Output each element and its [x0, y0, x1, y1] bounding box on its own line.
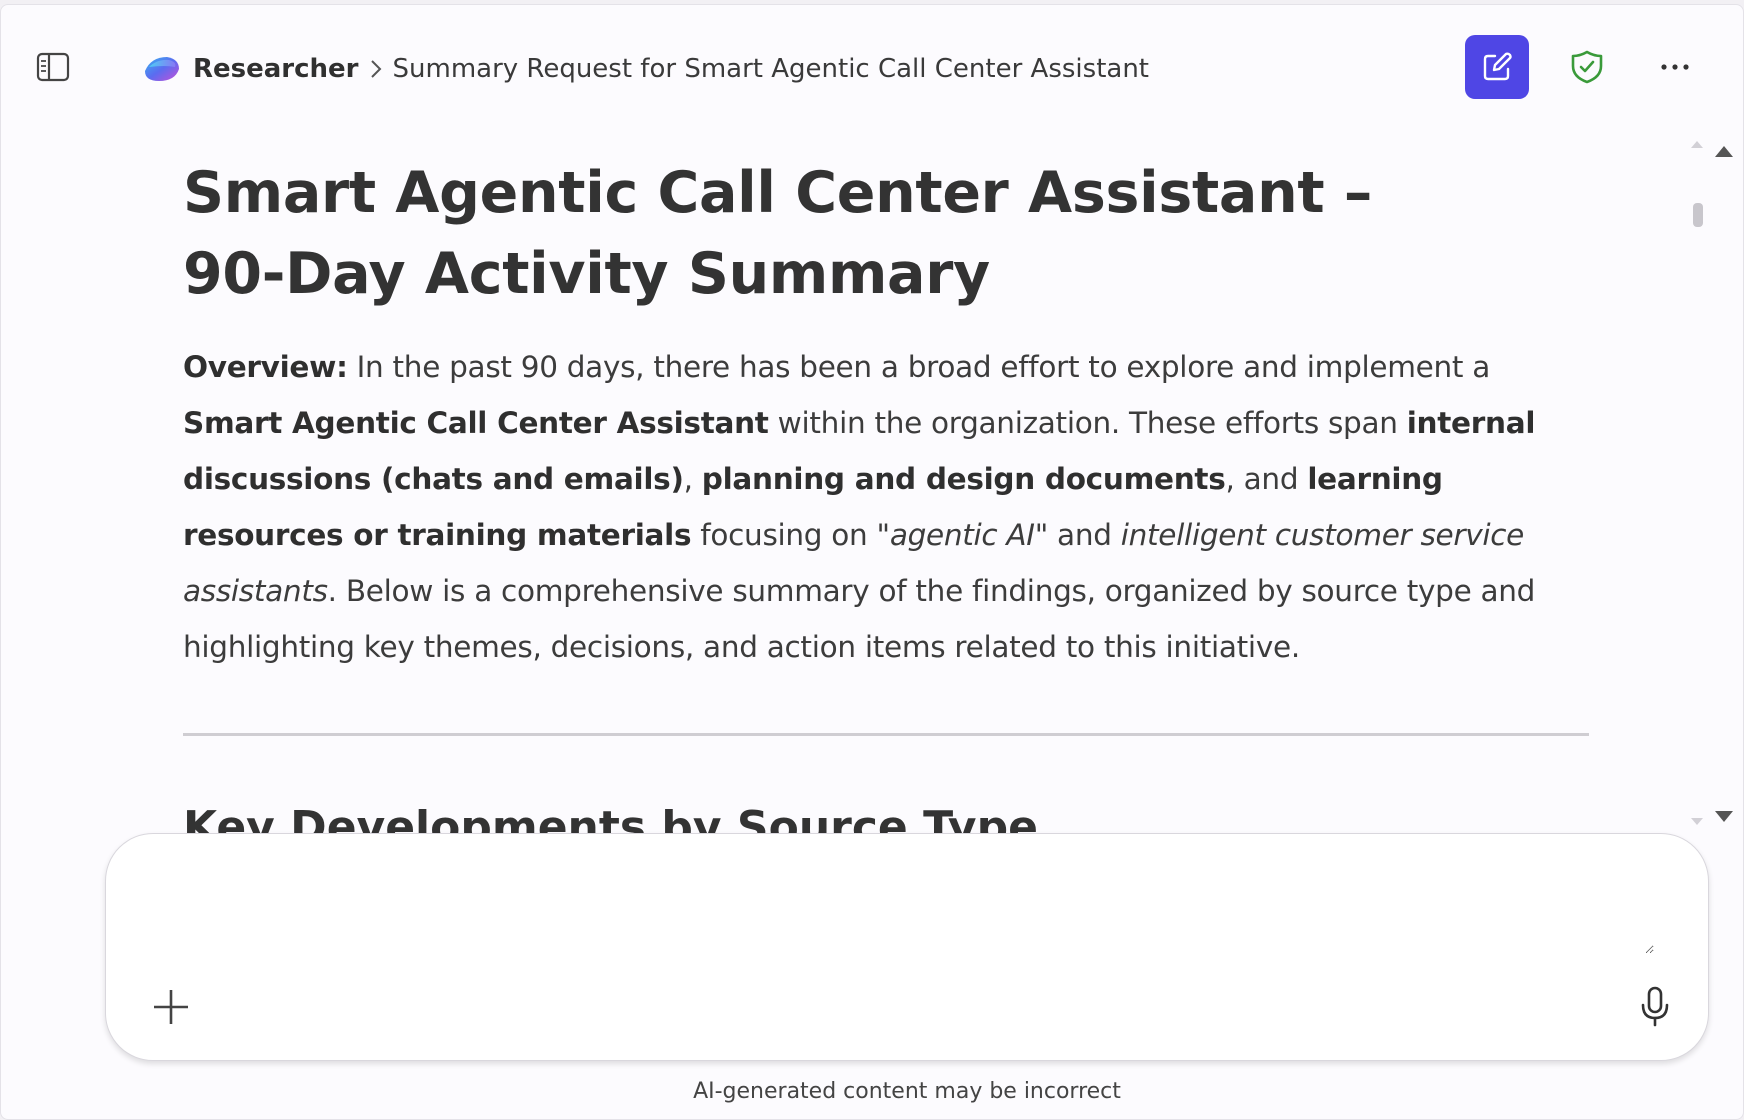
overview-bold: Smart Agentic Call Center Assistant — [183, 406, 769, 440]
microphone-button[interactable] — [1630, 982, 1680, 1032]
scroll-down-icon[interactable] — [1713, 809, 1735, 825]
overview-text: within the organization. These efforts s… — [768, 406, 1407, 440]
overview-text: In the past 90 days, there has been a br… — [347, 350, 1491, 384]
overview-text: , and — [1225, 462, 1308, 496]
breadcrumb-root-link[interactable]: Researcher — [193, 54, 359, 84]
breadcrumb: Researcher Summary Request for Smart Age… — [141, 49, 1149, 89]
document-scroll-area[interactable]: Smart Agentic Call Center Assistant – 90… — [1, 125, 1743, 837]
document-content: Smart Agentic Call Center Assistant – 90… — [183, 153, 1593, 837]
scrollbar[interactable] — [1663, 125, 1743, 837]
new-chat-button[interactable] — [1465, 35, 1529, 99]
section-heading: Key Developments by Source Type — [183, 802, 1038, 837]
header-bar: Researcher Summary Request for Smart Age… — [1, 5, 1743, 125]
plus-icon — [154, 990, 188, 1024]
overview-label: Overview: — [183, 350, 348, 384]
ai-disclaimer: AI-generated content may be incorrect — [693, 1079, 1121, 1104]
sidebar-toggle-icon — [36, 52, 70, 82]
document-title: Smart Agentic Call Center Assistant – 90… — [183, 160, 1373, 307]
chevron-right-icon — [369, 58, 383, 80]
shield-check-icon — [1571, 50, 1603, 84]
more-horizontal-icon — [1661, 64, 1689, 70]
overview-paragraph: Overview: In the past 90 days, there has… — [183, 339, 1593, 675]
section-divider — [183, 733, 1589, 736]
scroll-up-arrow-icon[interactable] — [1690, 139, 1704, 149]
overview-italic: "agentic AI" — [876, 518, 1049, 552]
add-attachment-button[interactable] — [146, 982, 196, 1032]
scroll-down-arrow-icon[interactable] — [1690, 817, 1704, 827]
overview-text: and — [1047, 518, 1121, 552]
researcher-logo-icon — [141, 51, 183, 87]
overview-text: . Below is a comprehensive summary of th… — [183, 574, 1536, 664]
microphone-icon — [1641, 986, 1669, 1027]
shield-button[interactable] — [1561, 41, 1613, 93]
overview-bold: planning and design documents — [701, 462, 1226, 496]
app-window: Researcher Summary Request for Smart Age… — [0, 4, 1744, 1120]
overview-text: focusing on — [691, 518, 877, 552]
compose-icon — [1483, 52, 1512, 81]
overview-text: , — [683, 462, 702, 496]
breadcrumb-current-page: Summary Request for Smart Agentic Call C… — [392, 54, 1149, 84]
sidebar-toggle-button[interactable] — [31, 47, 75, 87]
scroll-thumb[interactable] — [1693, 203, 1703, 227]
message-input[interactable] — [154, 864, 1654, 954]
more-options-button[interactable] — [1649, 41, 1701, 93]
scroll-up-icon[interactable] — [1713, 143, 1735, 159]
message-composer — [105, 833, 1709, 1061]
